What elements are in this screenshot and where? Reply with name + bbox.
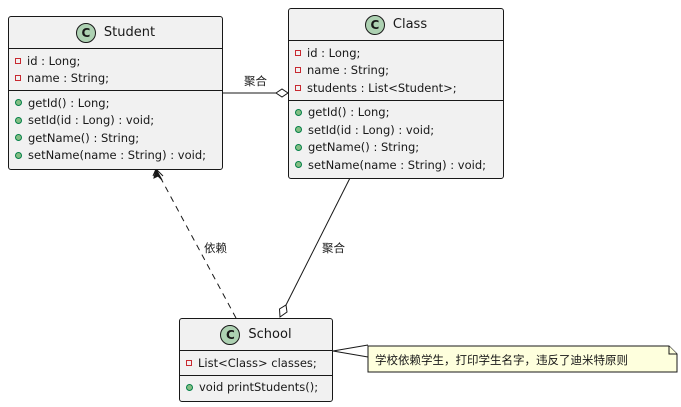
public-icon xyxy=(186,383,193,391)
class-c-icon: C xyxy=(75,22,96,43)
method-text: setId(id : Long) : void; xyxy=(308,122,435,137)
field-text: name : String; xyxy=(27,71,109,86)
field-text: List<Class> classes; xyxy=(198,355,317,370)
aggregation-diamond-class xyxy=(275,88,289,98)
note-fold xyxy=(668,346,677,355)
class-c-icon: C xyxy=(364,14,385,35)
class-class[interactable]: C Class id : Long; name : String; studen… xyxy=(288,8,504,179)
field-text: students : List<Student>; xyxy=(307,80,457,95)
class-icon-letter: C xyxy=(226,327,235,342)
private-icon xyxy=(295,67,301,74)
fields-section: id : Long; name : String; students : Lis… xyxy=(289,40,503,100)
field-row: id : Long; xyxy=(15,52,222,70)
public-icon xyxy=(15,151,22,159)
methods-section: void printStudents(); xyxy=(180,374,332,400)
method-text: setName(name : String) : void; xyxy=(308,157,486,172)
method-row: getName() : String; xyxy=(295,139,503,157)
class-icon-letter: C xyxy=(81,25,91,40)
method-row: setId(id : Long) : void; xyxy=(295,121,503,139)
note-connector xyxy=(332,344,369,352)
public-icon xyxy=(295,108,302,116)
method-row: setName(name : String) : void; xyxy=(295,156,503,174)
class-school[interactable]: C School List<Class> classes; void print… xyxy=(179,318,333,402)
method-row: setName(name : String) : void; xyxy=(15,147,222,165)
note-connector xyxy=(332,350,369,358)
class-name: Student xyxy=(103,25,156,40)
methods-section: getId() : Long; setId(id : Long) : void;… xyxy=(289,99,503,177)
fields-section: List<Class> classes; xyxy=(180,350,332,375)
public-icon xyxy=(295,126,302,134)
public-icon xyxy=(15,116,22,124)
public-icon xyxy=(295,161,302,169)
private-icon xyxy=(295,84,301,91)
private-icon xyxy=(295,49,301,56)
public-icon xyxy=(295,143,302,151)
relation-label-aggregation: 聚合 xyxy=(322,241,345,255)
field-text: id : Long; xyxy=(307,45,361,60)
method-row: getId() : Long; xyxy=(295,104,503,122)
method-row: void printStudents(); xyxy=(186,379,332,397)
method-text: getId() : Long; xyxy=(308,105,390,120)
class-header: C Student xyxy=(9,17,222,48)
method-text: getId() : Long; xyxy=(28,95,110,110)
note-text: 学校依赖学生，打印学生名字，违反了迪米特原则 xyxy=(375,353,628,367)
class-c-icon: C xyxy=(220,324,241,345)
public-icon xyxy=(15,134,22,142)
class-name: Class xyxy=(392,17,428,32)
class-icon-letter: C xyxy=(370,17,380,32)
method-text: setId(id : Long) : void; xyxy=(28,113,155,128)
method-text: void printStudents(); xyxy=(199,380,319,395)
method-row: setId(id : Long) : void; xyxy=(15,112,222,130)
aggregation-diamond-school xyxy=(278,304,288,318)
method-row: getId() : Long; xyxy=(15,94,222,112)
private-icon xyxy=(15,75,21,82)
field-row: id : Long; xyxy=(295,44,503,62)
field-row: name : String; xyxy=(295,62,503,80)
public-icon xyxy=(15,99,22,107)
field-text: name : String; xyxy=(307,63,389,78)
field-row: List<Class> classes; xyxy=(186,354,332,372)
relation-label-aggregation: 聚合 xyxy=(244,74,267,88)
field-row: name : String; xyxy=(15,70,222,88)
class-header: C School xyxy=(180,319,332,350)
method-row: getName() : String; xyxy=(15,129,222,147)
method-text: getName() : String; xyxy=(28,130,140,145)
methods-section: getId() : Long; setId(id : Long) : void;… xyxy=(9,90,222,167)
private-icon xyxy=(15,57,21,64)
method-text: getName() : String; xyxy=(308,140,420,155)
fields-section: id : Long; name : String; xyxy=(9,48,222,90)
class-header: C Class xyxy=(289,9,503,40)
class-student[interactable]: C Student id : Long; name : String; getI… xyxy=(8,16,223,170)
private-icon xyxy=(186,359,192,366)
field-row: students : List<Student>; xyxy=(295,79,503,97)
field-text: id : Long; xyxy=(27,53,81,68)
class-name: School xyxy=(248,327,292,342)
method-text: setName(name : String) : void; xyxy=(28,148,206,163)
relation-label-dependency: 依赖 xyxy=(204,241,227,255)
